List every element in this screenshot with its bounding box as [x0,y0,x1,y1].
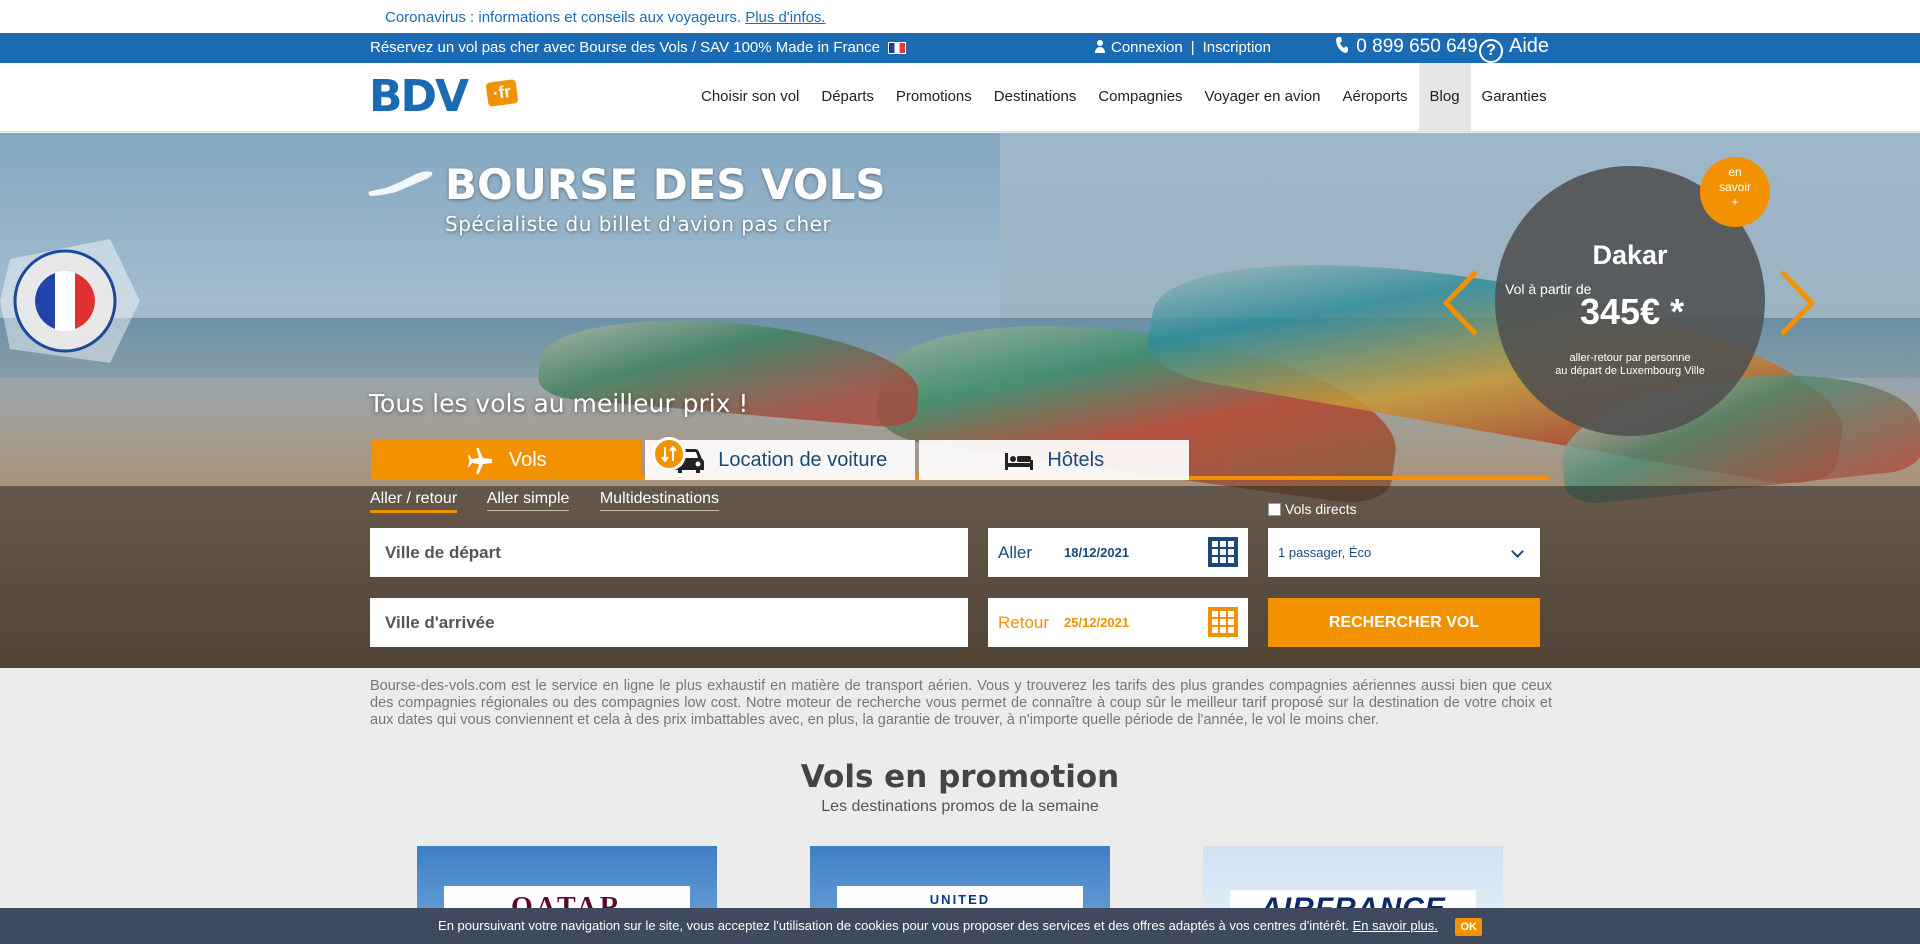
sav-made-in-france-badge [0,239,140,363]
plane-logo-icon [368,171,433,196]
trip-type-selector: Aller / retour Aller simple Multidestina… [370,490,745,513]
intro-paragraph: Bourse-des-vols.com est le service en li… [370,678,1552,728]
cookie-ok-button[interactable]: OK [1455,917,1482,936]
phone-icon [1336,37,1348,53]
tab-car-rental[interactable]: Location de voiture [645,440,915,480]
learn-more-line-2: savoir [1718,180,1751,194]
main-header: BDV ·fr Choisir son vol Départs Promotio… [0,63,1920,132]
nav-departs[interactable]: Départs [810,63,885,131]
tab-hotels-label: Hôtels [1047,449,1105,471]
tab-hotels[interactable]: Hôtels [919,440,1189,480]
plane-icon [468,447,493,474]
user-icon [1095,40,1105,53]
calendar-icon[interactable] [1208,607,1238,637]
passengers-value: 1 passager, Éco [1278,545,1372,560]
arrival-city-placeholder: Ville d'arrivée [385,613,495,632]
phone-number[interactable]: 0 899 650 649 [1335,36,1478,58]
top-bar: Réservez un vol pas cher avec Bourse des… [0,33,1920,63]
promo-conditions-line-2: au départ de Luxembourg Ville [1555,365,1705,377]
promo-city: Dakar [1592,240,1668,270]
logo-main-text: BDV [369,71,469,122]
direct-flights-checkbox[interactable]: Vols directs [1268,501,1357,517]
trip-multi-destination[interactable]: Multidestinations [599,490,720,511]
nav-compagnies[interactable]: Compagnies [1087,63,1193,131]
outbound-label: Aller [998,543,1033,562]
covid-more-info-link[interactable]: Plus d'infos. [745,9,825,26]
register-link[interactable]: Inscription [1203,39,1271,56]
account-links: Connexion | Inscription [1095,39,1271,56]
search-tabs: Vols Location de voiture Hôtels [371,440,1549,480]
nav-aeroports[interactable]: Aéroports [1331,63,1418,131]
passengers-select[interactable]: 1 passager, Éco [1268,528,1540,577]
help-icon: ? [1479,39,1503,63]
learn-more-line-1: en [1728,165,1742,179]
trip-round-trip[interactable]: Aller / retour [370,490,458,513]
chevron-down-icon [1511,545,1524,558]
cookie-text: En poursuivant votre navigation sur le s… [438,918,1349,933]
return-label: Retour [998,613,1050,632]
hero-tagline: Tous les vols au meilleur prix ! [369,389,749,418]
promo-conditions-line-1: aller-retour par personne [1569,352,1691,364]
login-link[interactable]: Connexion [1111,39,1183,56]
tab-flights[interactable]: Vols [371,440,641,480]
tab-flights-label: Vols [508,449,547,471]
departure-city-placeholder: Ville de départ [385,543,501,562]
search-flights-button[interactable]: RECHERCHER VOL [1268,598,1540,647]
return-date: 25/12/2021 [1064,615,1130,630]
trip-one-way[interactable]: Aller simple [486,490,570,511]
direct-flights-label: Vols directs [1285,501,1357,517]
hero-title: BOURSE DES VOLS [445,160,886,209]
hero-banner: BOURSE DES VOLS Spécialiste du billet d'… [0,133,1920,668]
promo-from-label: Vol à partir de [1505,281,1592,297]
learn-more-line-3: + [1731,195,1739,209]
main-nav: Choisir son vol Départs Promotions Desti… [690,63,1558,131]
departure-city-input[interactable]: Ville de départ [370,528,968,577]
nav-voyager-en-avion[interactable]: Voyager en avion [1194,63,1332,131]
help-label: Aide [1509,35,1550,57]
direct-flights-box[interactable] [1268,503,1281,516]
nav-destinations[interactable]: Destinations [983,63,1088,131]
return-date-picker[interactable]: Retour 25/12/2021 [988,598,1248,647]
logo-suffix: ·fr [485,79,519,107]
bed-icon [1004,452,1033,470]
outbound-date-picker[interactable]: Aller 18/12/2021 [988,528,1248,577]
help-link[interactable]: ? Aide [1479,35,1549,63]
arrival-city-input[interactable]: Ville d'arrivée [370,598,968,647]
arrow-left-icon [1442,270,1478,336]
calendar-icon[interactable] [1208,537,1238,567]
phone-number-text: 0 899 650 649 [1356,36,1478,57]
top-tagline: Réservez un vol pas cher avec Bourse des… [370,39,906,56]
swap-icon [661,445,677,463]
promo-price: 345€ * [1580,291,1685,332]
tab-car-rental-label: Location de voiture [718,449,888,471]
promotions-subtitle: Les destinations promos de la semaine [821,798,1099,815]
promo-prev-arrow[interactable] [1440,268,1480,338]
covid-notice: Coronavirus : informations et conseils a… [385,9,826,26]
promotions-title: Vols en promotion [800,759,1120,795]
nav-blog[interactable]: Blog [1418,63,1471,131]
covid-notice-text: Coronavirus : informations et conseils a… [385,9,742,26]
nav-promotions[interactable]: Promotions [885,63,983,131]
cookie-banner: En poursuivant votre navigation sur le s… [0,908,1920,944]
nav-garanties[interactable]: Garanties [1471,63,1558,131]
account-separator: | [1190,39,1195,56]
arrow-right-icon [1780,270,1816,336]
outbound-date: 18/12/2021 [1064,545,1130,560]
top-tagline-text: Réservez un vol pas cher avec Bourse des… [370,39,880,56]
bdv-logo[interactable]: BDV ·fr [369,73,539,121]
promo-conditions: aller-retour par personne au départ de L… [1495,352,1765,378]
nav-choisir-son-vol[interactable]: Choisir son vol [690,63,810,131]
french-flag-icon [888,42,906,55]
promo-next-arrow[interactable] [1778,268,1818,338]
hero-subtitle: Spécialiste du billet d'avion pas cher [445,212,832,236]
learn-more-badge[interactable]: en savoir + [1700,157,1770,227]
covid-notice-bar: Coronavirus : informations et conseils a… [0,0,1920,33]
cookie-learn-more-link[interactable]: En savoir plus. [1353,918,1438,933]
swap-cities-button[interactable] [652,437,686,471]
